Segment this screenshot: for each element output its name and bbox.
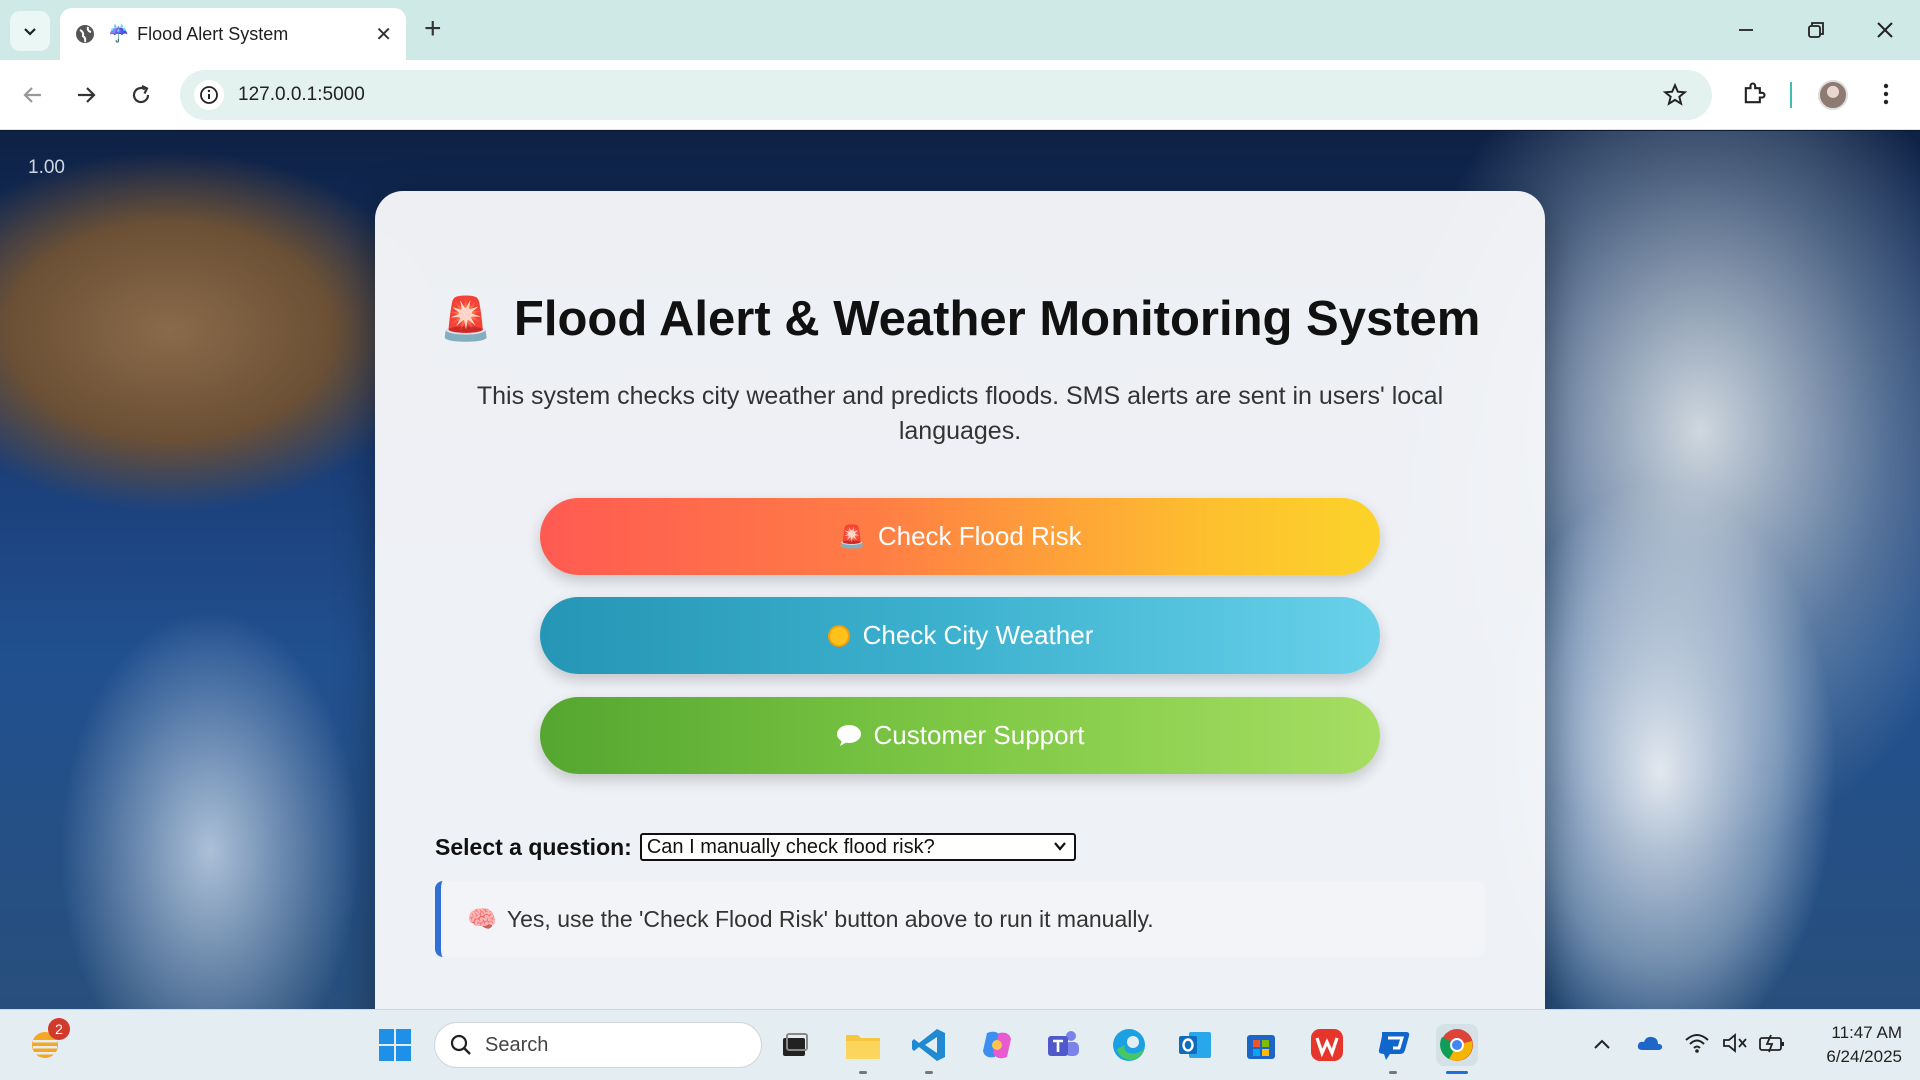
taskbar-search-label: Search <box>485 1033 549 1056</box>
question-select[interactable]: Can I manually check flood risk? <box>639 833 1076 861</box>
main-card: 🚨 Flood Alert & Weather Monitoring Syste… <box>375 191 1545 1009</box>
wifi-icon[interactable] <box>1684 1032 1710 1054</box>
siren-icon: 🚨 <box>439 294 492 342</box>
url-text: 127.0.0.1:5000 <box>238 84 365 105</box>
check-flood-risk-label: Check Flood Risk <box>877 521 1082 551</box>
taskbar-search-box[interactable]: Search <box>434 1022 762 1068</box>
customer-support-button[interactable]: Customer Support <box>540 697 1380 774</box>
tab-search-button[interactable] <box>10 11 50 51</box>
zoom-readout: 1.00 <box>28 157 65 178</box>
page-title: Flood Alert & Weather Monitoring System <box>513 292 1481 346</box>
speech-bubble-icon <box>836 724 861 746</box>
outlook-icon[interactable] <box>1174 1024 1216 1066</box>
question-label: Select a question: <box>435 833 632 860</box>
answer-box: 🧠 Yes, use the 'Check Flood Risk' button… <box>435 881 1485 957</box>
bookmark-star-icon[interactable] <box>1662 82 1688 108</box>
page-viewport: 1.00 🚨 Flood Alert & Weather Monitoring … <box>0 131 1920 1009</box>
browser-tabstrip: ☔ Flood Alert System ✕ + <box>0 0 1920 60</box>
brain-icon: 🧠 <box>467 905 497 933</box>
chevron-up-icon[interactable] <box>1592 1036 1612 1052</box>
taskbar: 2 Search 11:47 AM 6/24/2025 <box>0 1009 1920 1080</box>
battery-icon[interactable] <box>1758 1032 1786 1054</box>
wps-office-icon[interactable] <box>1306 1024 1348 1066</box>
plus-icon[interactable]: + <box>424 14 442 44</box>
question-row: Select a question: Can I manually check … <box>435 833 1076 861</box>
clock-time: 11:47 AM <box>1831 1023 1902 1042</box>
system-clock[interactable]: 11:47 AM 6/24/2025 <box>1790 1021 1902 1069</box>
copilot-icon[interactable] <box>976 1024 1018 1066</box>
windows-start-icon[interactable] <box>374 1024 416 1066</box>
sun-icon <box>827 624 850 647</box>
search-icon <box>450 1034 471 1055</box>
globe-icon <box>76 25 94 43</box>
restore-icon[interactable] <box>1806 20 1826 40</box>
check-city-weather-label: Check City Weather <box>862 620 1094 650</box>
site-info-icon[interactable] <box>194 80 224 110</box>
profile-avatar[interactable] <box>1818 80 1848 110</box>
window-close-icon[interactable] <box>1874 19 1896 41</box>
check-flood-risk-button[interactable]: 🚨 Check Flood Risk <box>540 498 1380 575</box>
volume-muted-icon[interactable] <box>1722 1032 1748 1054</box>
extensions-icon[interactable] <box>1740 80 1768 108</box>
page-heading: 🚨 Flood Alert & Weather Monitoring Syste… <box>375 291 1545 347</box>
check-city-weather-button[interactable]: Check City Weather <box>540 597 1380 674</box>
file-explorer-icon[interactable] <box>842 1024 884 1074</box>
question-select-value: Can I manually check flood risk? <box>646 835 935 858</box>
edge-icon[interactable] <box>1108 1024 1150 1066</box>
address-bar[interactable]: 127.0.0.1:5000 <box>180 70 1712 120</box>
page-description: This system checks city weather and pred… <box>476 382 1444 445</box>
menu-kebab-icon[interactable] <box>1876 80 1896 108</box>
siren-icon: 🚨 <box>838 523 866 549</box>
browser-toolbar: 127.0.0.1:5000 <box>0 60 1920 130</box>
browser-tab-active[interactable]: ☔ Flood Alert System ✕ <box>60 8 406 60</box>
chevron-down-icon <box>24 28 36 36</box>
remote-app-icon[interactable] <box>1372 1024 1414 1074</box>
close-icon[interactable]: ✕ <box>375 22 392 47</box>
teams-icon[interactable] <box>1042 1024 1084 1066</box>
reload-icon[interactable] <box>127 81 155 109</box>
clock-date: 6/24/2025 <box>1826 1047 1902 1066</box>
toolbar-divider <box>1790 82 1792 108</box>
rain-favicon-icon: ☔ <box>108 24 130 43</box>
microsoft-store-icon[interactable] <box>1240 1024 1282 1066</box>
forward-arrow-icon[interactable] <box>72 81 100 109</box>
vscode-icon[interactable] <box>908 1024 950 1074</box>
tab-title: Flood Alert System <box>137 23 289 44</box>
customer-support-label: Customer Support <box>873 720 1085 750</box>
notification-badge: 2 <box>48 1018 70 1040</box>
chevron-down-icon <box>1053 842 1066 851</box>
back-arrow-icon[interactable] <box>19 81 47 109</box>
answer-text: Yes, use the 'Check Flood Risk' button a… <box>506 905 1154 932</box>
onedrive-icon[interactable] <box>1636 1032 1664 1054</box>
task-view-icon[interactable] <box>774 1024 816 1066</box>
minimize-icon[interactable] <box>1736 20 1756 40</box>
chrome-icon[interactable] <box>1436 1024 1478 1074</box>
